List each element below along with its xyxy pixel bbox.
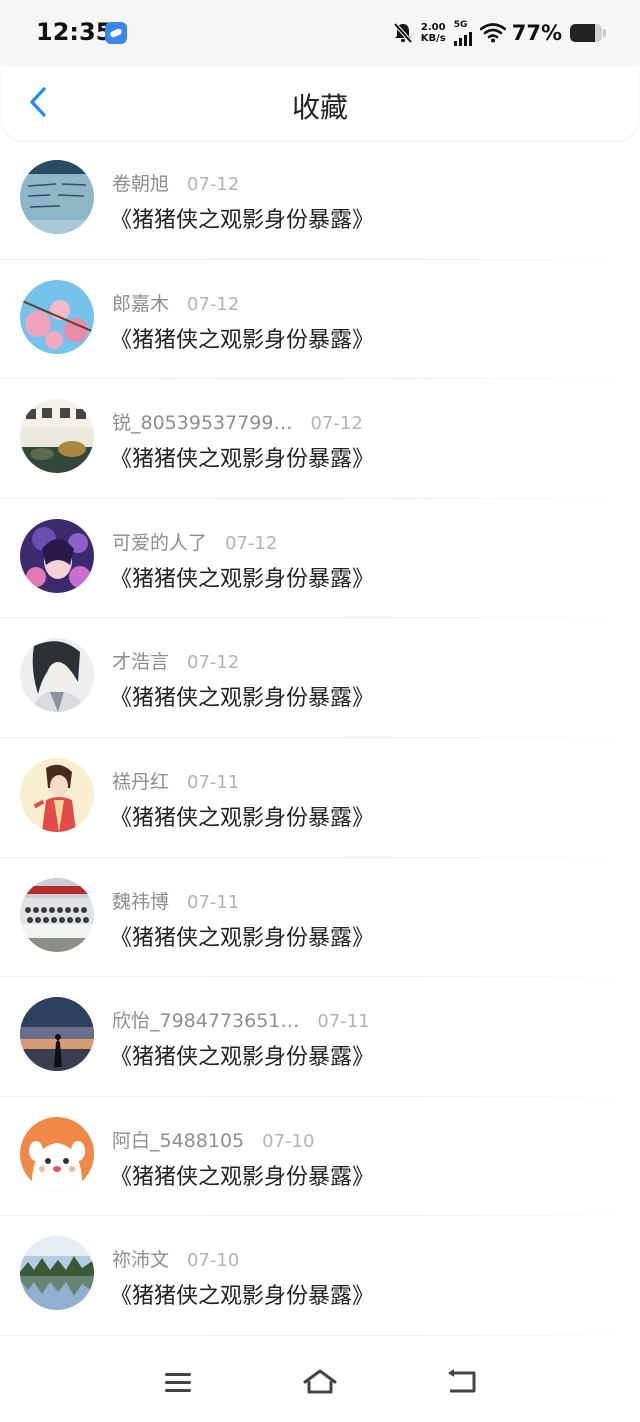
page-title: 收藏 <box>291 91 348 124</box>
avatar[interactable] <box>20 279 94 354</box>
list-item[interactable]: 郎嘉木 07-12 《猪猪侠之观影身份暴露》 <box>0 260 640 380</box>
list-item-user: 郎嘉木 <box>112 292 170 315</box>
list-item-meta: 魏祎博 07-11 <box>112 887 239 914</box>
list-item-user: 卷朝旭 <box>112 173 170 195</box>
back-nav-button[interactable] <box>440 1362 484 1402</box>
avatar[interactable] <box>20 1116 94 1191</box>
list-item-date: 07-12 <box>187 174 240 195</box>
avatar[interactable] <box>20 518 94 593</box>
menu-icon <box>165 1373 191 1392</box>
avatar[interactable] <box>20 1236 94 1311</box>
divider <box>0 1334 640 1336</box>
bell-off-icon <box>393 22 413 44</box>
battery-tip <box>603 29 606 37</box>
status-indicators: 2.00 KB/s 5G 77% <box>393 18 606 48</box>
list-item-date: 07-12 <box>310 413 363 435</box>
network-speed-unit: KB/s <box>420 33 446 44</box>
battery-percent: 77% <box>511 21 562 45</box>
app-notification-icon <box>105 22 127 44</box>
list-item-date: 07-12 <box>187 652 240 674</box>
list-item-date: 07-11 <box>187 771 240 793</box>
favorites-list: 卷朝旭 07-12 《猪猪侠之观影身份暴露》 郎嘉木 07-12 《猪猪侠之观影身份… <box>0 140 640 1336</box>
list-item-title[interactable]: 《猪猪侠之观影身份暴露》 <box>110 202 374 234</box>
list-item-title[interactable]: 《猪猪侠之观影身份暴露》 <box>110 1278 374 1310</box>
list-item-date: 07-10 <box>187 1250 240 1272</box>
list-item-meta: 阿白_5488105 07-10 <box>112 1126 314 1153</box>
list-item-user: 才浩言 <box>112 651 170 674</box>
list-item-meta: 卷朝旭 07-12 <box>112 169 239 196</box>
wifi-icon <box>479 23 506 43</box>
list-item-title[interactable]: 《猪猪侠之观影身份暴露》 <box>110 1159 374 1191</box>
home-button[interactable] <box>298 1362 342 1402</box>
list-item-meta: 可爱的人了 07-12 <box>112 528 277 555</box>
signal-bars-icon <box>453 31 472 46</box>
list-item-user: 魏祎博 <box>112 890 170 913</box>
list-item-date: 07-12 <box>187 293 240 315</box>
network-speed-value: 2.00 <box>420 22 446 33</box>
list-item-user: 锐_80539537799… <box>112 412 293 435</box>
avatar[interactable] <box>20 997 94 1072</box>
list-item-meta: 禚丹红 07-11 <box>112 767 239 794</box>
list-item[interactable]: 魏祎博 07-11 《猪猪侠之观影身份暴露》 <box>0 858 640 978</box>
list-item-user: 可爱的人了 <box>112 531 208 554</box>
menu-button[interactable] <box>156 1362 200 1402</box>
list-item-meta: 锐_80539537799… 07-12 <box>112 408 363 435</box>
list-item-meta: 欣怡_7984773651… 07-11 <box>112 1006 370 1033</box>
list-item-date: 07-10 <box>262 1130 315 1152</box>
list-item-user: 祢沛文 <box>112 1249 170 1272</box>
avatar[interactable] <box>20 638 94 713</box>
list-item[interactable]: 卷朝旭 07-12 《猪猪侠之观影身份暴露》 <box>0 140 640 260</box>
list-item[interactable]: 阿白_5488105 07-10 《猪猪侠之观影身份暴露》 <box>0 1097 640 1217</box>
list-item-meta: 祢沛文 07-10 <box>112 1245 239 1272</box>
avatar[interactable] <box>20 399 94 474</box>
list-item-user: 欣怡_7984773651… <box>112 1010 300 1033</box>
list-item-user: 禚丹红 <box>112 770 170 793</box>
list-item[interactable]: 锐_80539537799… 07-12 《猪猪侠之观影身份暴露》 <box>0 379 640 499</box>
home-icon <box>303 1369 337 1394</box>
back-icon <box>448 1369 476 1393</box>
list-item[interactable]: 可爱的人了 07-12 《猪猪侠之观影身份暴露》 <box>0 499 640 619</box>
list-item-meta: 才浩言 07-12 <box>112 647 239 674</box>
list-item-title[interactable]: 《猪猪侠之观影身份暴露》 <box>110 1039 374 1071</box>
avatar[interactable] <box>20 877 94 952</box>
avatar[interactable] <box>20 160 94 234</box>
page-header: 收藏 <box>2 66 638 140</box>
network-speed: 2.00 KB/s <box>421 22 446 44</box>
list-item-meta: 郎嘉木 07-12 <box>112 289 239 316</box>
list-item-date: 07-12 <box>225 532 278 554</box>
list-item[interactable]: 欣怡_7984773651… 07-11 《猪猪侠之观影身份暴露》 <box>0 977 640 1097</box>
list-item-title[interactable]: 《猪猪侠之观影身份暴露》 <box>110 800 374 832</box>
list-item-title[interactable]: 《猪猪侠之观影身份暴露》 <box>110 920 374 952</box>
battery-level <box>570 24 595 42</box>
status-bar: 12:35 2.00 KB/s 5G 77% <box>0 0 640 66</box>
list-item-title[interactable]: 《猪猪侠之观影身份暴露》 <box>110 441 374 473</box>
system-nav-bar <box>0 1340 640 1422</box>
battery-icon <box>570 24 602 42</box>
avatar[interactable] <box>20 757 94 832</box>
status-time: 12:35 <box>36 18 113 46</box>
list-item-date: 07-11 <box>317 1011 370 1033</box>
list-item-date: 07-11 <box>187 891 240 913</box>
list-item[interactable]: 才浩言 07-12 《猪猪侠之观影身份暴露》 <box>0 618 640 738</box>
list-item-user: 阿白_5488105 <box>112 1129 245 1152</box>
cellular-signal: 5G <box>453 19 472 46</box>
network-type: 5G <box>453 19 468 30</box>
list-item-title[interactable]: 《猪猪侠之观影身份暴露》 <box>110 561 374 593</box>
list-item-title[interactable]: 《猪猪侠之观影身份暴露》 <box>110 680 374 712</box>
list-item[interactable]: 祢沛文 07-10 《猪猪侠之观影身份暴露》 <box>0 1216 640 1336</box>
list-item-title[interactable]: 《猪猪侠之观影身份暴露》 <box>110 322 374 354</box>
list-item[interactable]: 禚丹红 07-11 《猪猪侠之观影身份暴露》 <box>0 738 640 858</box>
